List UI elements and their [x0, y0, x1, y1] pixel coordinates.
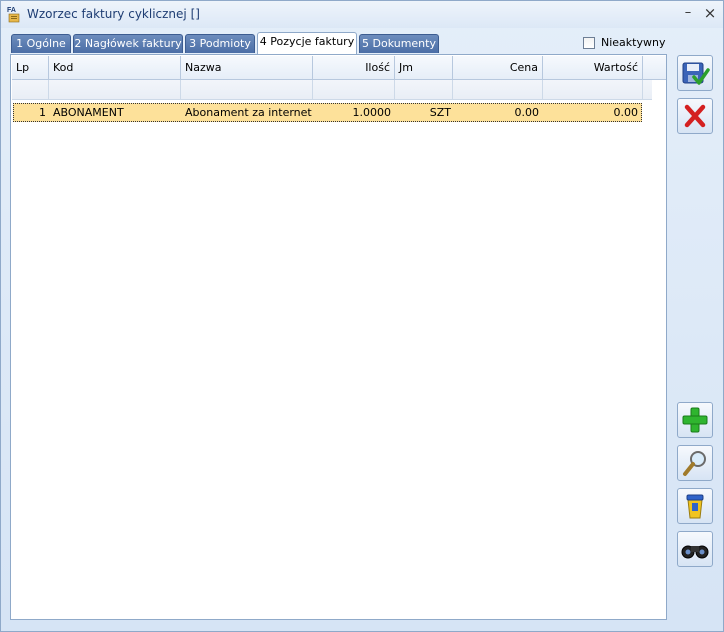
cell-lp: 1 — [39, 106, 46, 119]
cell-ilosc: 1.0000 — [352, 106, 392, 119]
positions-panel: Lp Kod Nazwa Ilość Jm Cena Wartość 1 ABO… — [10, 54, 667, 620]
filter-cell-ilosc[interactable] — [313, 80, 395, 100]
green-plus-icon — [682, 407, 708, 433]
filter-cell-kod[interactable] — [49, 80, 181, 100]
column-header-jm[interactable]: Jm — [395, 56, 453, 80]
tab-naglowek-faktury[interactable]: 2 Nagłówek faktury — [73, 34, 183, 53]
save-button[interactable] — [677, 55, 713, 91]
svg-text:FA: FA — [7, 7, 16, 14]
table-header: Lp Kod Nazwa Ilość Jm Cena Wartość — [12, 56, 666, 80]
cell-nazwa: Abonament za internet — [185, 106, 312, 119]
title-bar: FA Wzorzec faktury cyklicznej [] – × — [1, 1, 723, 28]
add-button[interactable] — [677, 402, 713, 438]
search-button[interactable] — [677, 531, 713, 567]
inactive-checkbox-label: Nieaktywny — [601, 36, 666, 49]
column-header-wartosc[interactable]: Wartość — [543, 56, 643, 80]
window-title: Wzorzec faktury cyklicznej [] — [27, 7, 200, 21]
magnifier-icon — [683, 451, 706, 476]
fa-app-icon: FA — [7, 7, 20, 23]
red-x-icon — [684, 104, 706, 128]
trash-bin-icon — [686, 494, 704, 519]
filter-row — [12, 80, 652, 100]
tab-ogolne[interactable]: 1 Ogólne — [11, 34, 71, 53]
minimize-button[interactable]: – — [679, 4, 697, 22]
cell-jm: SZT — [429, 106, 451, 119]
filter-cell-cena[interactable] — [453, 80, 543, 100]
tab-dokumenty[interactable]: 5 Dokumenty — [359, 34, 439, 53]
cancel-button[interactable] — [677, 98, 713, 134]
table-row[interactable]: 1 ABONAMENT Abonament za internet 1.0000… — [13, 103, 642, 122]
cell-cena: 0.00 — [514, 106, 540, 119]
filter-cell-nazwa[interactable] — [181, 80, 313, 100]
filter-cell-wartosc[interactable] — [543, 80, 643, 100]
invoice-template-window: FA Wzorzec faktury cyklicznej [] – × 1 O… — [0, 0, 724, 632]
tab-podmioty[interactable]: 3 Podmioty — [185, 34, 255, 53]
delete-button[interactable] — [677, 488, 713, 524]
column-header-ilosc[interactable]: Ilość — [313, 56, 395, 80]
save-check-icon — [682, 62, 710, 85]
column-header-nazwa[interactable]: Nazwa — [181, 56, 313, 80]
binoculars-icon — [681, 545, 709, 559]
inactive-checkbox[interactable] — [583, 37, 595, 49]
column-header-lp[interactable]: Lp — [12, 56, 49, 80]
filter-cell-jm[interactable] — [395, 80, 453, 100]
column-header-kod[interactable]: Kod — [49, 56, 181, 80]
close-button[interactable]: × — [701, 4, 719, 22]
cell-kod: ABONAMENT — [53, 106, 124, 119]
tab-pozycje-faktury[interactable]: 4 Pozycje faktury — [257, 32, 357, 54]
column-header-cena[interactable]: Cena — [453, 56, 543, 80]
view-button[interactable] — [677, 445, 713, 481]
cell-wartosc: 0.00 — [613, 106, 639, 119]
filter-cell-lp[interactable] — [12, 80, 49, 100]
